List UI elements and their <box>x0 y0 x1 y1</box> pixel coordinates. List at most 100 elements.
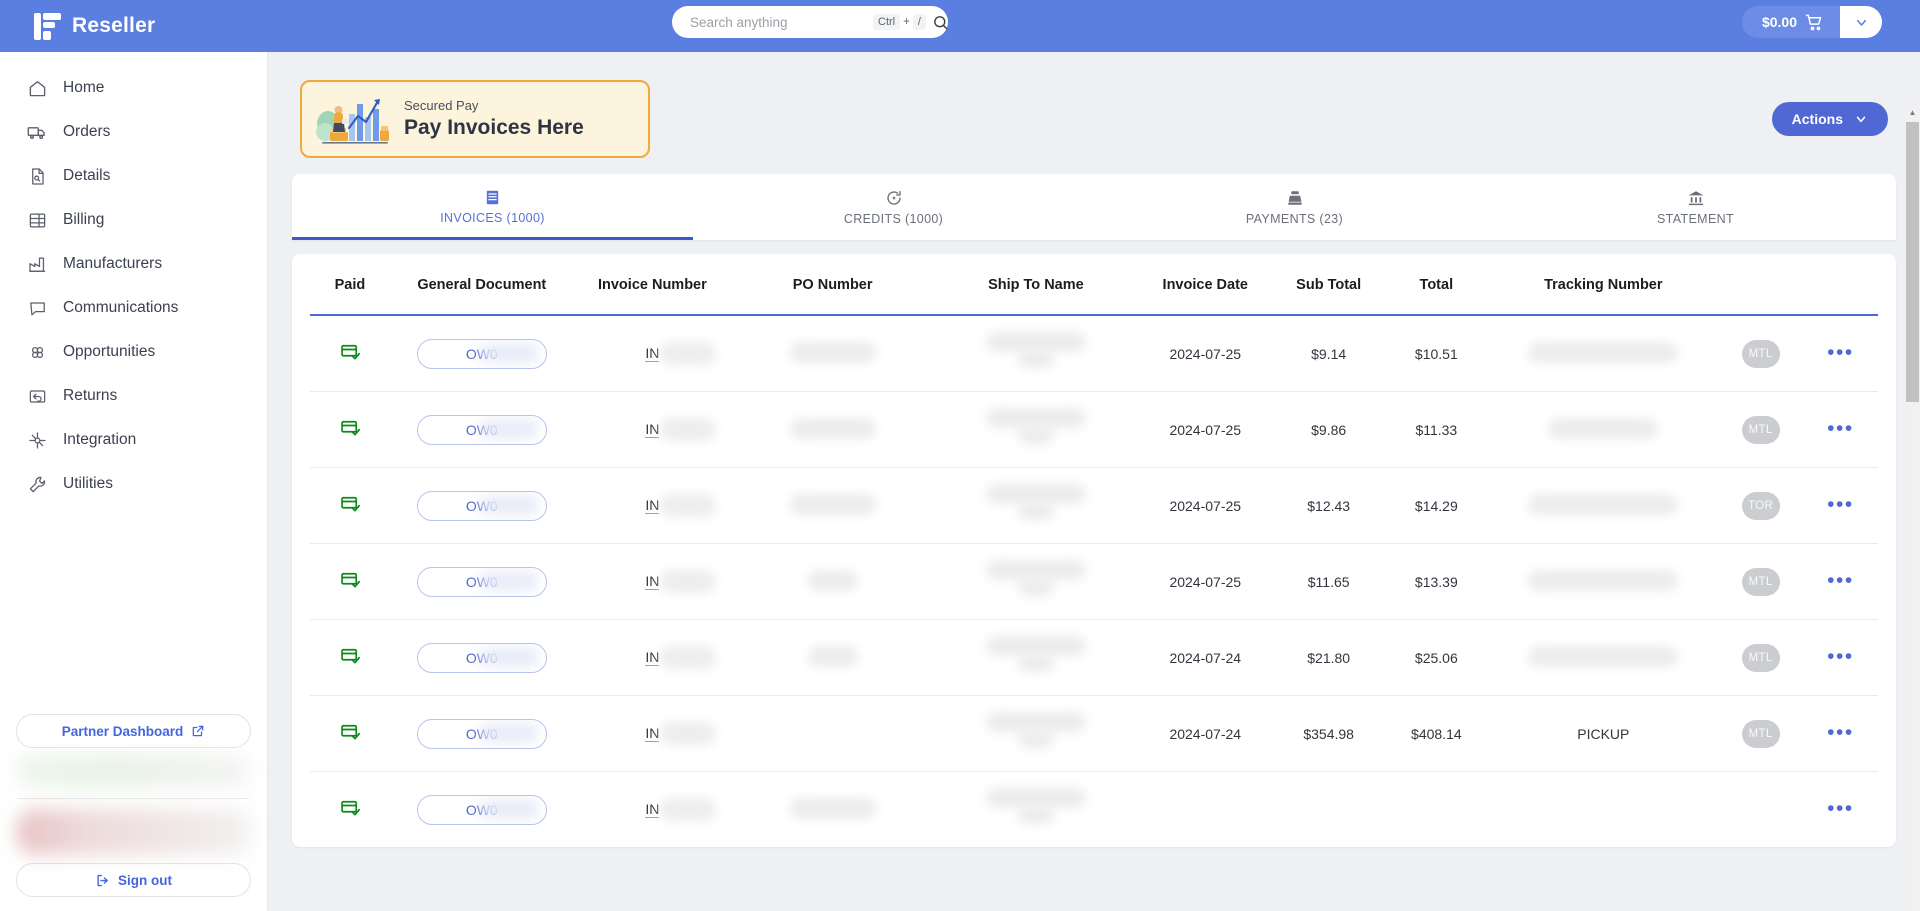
cell-invoice-date: 2024-07-24 <box>1137 619 1274 697</box>
sidebar-item-label: Orders <box>63 123 111 140</box>
more-options-icon[interactable]: ••• <box>1827 721 1854 744</box>
card-paid-icon <box>340 497 360 517</box>
general-document-button[interactable]: OW0 <box>416 338 547 369</box>
table-row[interactable]: OW0 IN 2024-07-25$11.65$13.39 MTL ••• <box>310 543 1878 621</box>
search-icon[interactable] <box>932 11 949 33</box>
tab-payments[interactable]: PAYMENTS (23) <box>1094 174 1495 240</box>
invoice-number-link[interactable]: IN <box>645 722 717 746</box>
partner-dashboard-label: Partner Dashboard <box>61 723 184 739</box>
factory-icon <box>27 254 47 274</box>
cell-paid <box>310 695 390 773</box>
more-options-icon[interactable]: ••• <box>1827 797 1854 820</box>
redacted-po-number <box>807 569 858 591</box>
column-header-paid[interactable]: Paid <box>310 254 390 317</box>
tab-invoices[interactable]: INVOICES (1000) <box>292 174 693 240</box>
column-header-invoice-date[interactable]: Invoice Date <box>1137 254 1274 317</box>
invoice-number-link[interactable]: IN <box>645 646 717 670</box>
cell-ship-to-name <box>934 391 1138 469</box>
search-input[interactable] <box>690 14 867 30</box>
general-document-button[interactable]: OW0 <box>416 718 547 749</box>
redacted-user-profile <box>16 809 251 855</box>
credit-refresh-icon <box>885 189 903 207</box>
more-options-icon[interactable]: ••• <box>1827 417 1854 440</box>
table-row[interactable]: OW0 IN 2024-07-25$9.14$10.51 MTL ••• <box>310 315 1878 393</box>
general-document-button[interactable]: OW0 <box>416 642 547 673</box>
general-document-button[interactable]: OW0 <box>416 414 547 445</box>
more-options-icon[interactable]: ••• <box>1827 569 1854 592</box>
cell-invoice-date: 2024-07-25 <box>1137 543 1274 621</box>
warehouse-badge: MTL <box>1741 643 1780 672</box>
column-header-ship-to-name[interactable]: Ship To Name <box>934 254 1138 317</box>
cell-general-document: OW0 <box>389 543 574 621</box>
general-document-button[interactable]: OW0 <box>416 566 547 597</box>
search-shortcut: Ctrl + / <box>873 14 926 30</box>
column-header-po-number[interactable]: PO Number <box>731 254 935 317</box>
table-row[interactable]: OW0 IN 2024-07-24$21.80$25.06 MTL ••• <box>310 619 1878 697</box>
sidebar-item-orders[interactable]: Orders <box>0 110 267 154</box>
table-row[interactable]: OW0 IN ••• <box>310 772 1878 848</box>
sidebar-item-opportunities[interactable]: Opportunities <box>0 330 267 374</box>
redacted-ship-to-name <box>985 788 1086 828</box>
redacted-tracking-number <box>1528 341 1679 363</box>
invoice-number-value: IN <box>645 649 660 667</box>
sidebar-item-communications[interactable]: Communications <box>0 286 267 330</box>
search-container: Ctrl + / <box>672 6 948 38</box>
page-scrollbar[interactable]: ▲ <box>1905 104 1920 911</box>
tab-label: STATEMENT <box>1657 211 1734 226</box>
invoice-number-link[interactable]: IN <box>645 494 717 518</box>
table-row[interactable]: OW0 IN 2024-07-25$12.43$14.29 TOR ••• <box>310 467 1878 545</box>
invoice-number-link[interactable]: IN <box>645 570 717 594</box>
column-header-general-document[interactable]: General Document <box>389 254 574 317</box>
cell-tracking-number: PICKUP <box>1488 695 1719 773</box>
cell-total: $14.29 <box>1384 467 1489 545</box>
redacted-po-number <box>789 417 876 439</box>
pay-invoices-banner[interactable]: Secured Pay Pay Invoices Here <box>300 80 650 158</box>
cell-actions: ••• <box>1802 391 1878 469</box>
warehouse-badge: TOR <box>1741 491 1780 520</box>
invoice-number-link[interactable]: IN <box>645 418 717 442</box>
search-box[interactable]: Ctrl + / <box>672 6 948 38</box>
table-row[interactable]: OW0 IN 2024-07-24$354.98$408.14 PICKUP MTL ••… <box>310 695 1878 773</box>
column-header-sub-total[interactable]: Sub Total <box>1273 254 1385 317</box>
cell-invoice-number: IN <box>573 315 732 393</box>
redacted-tracking-number <box>1528 493 1679 515</box>
partner-dashboard-button[interactable]: Partner Dashboard <box>16 714 251 748</box>
sign-out-button[interactable]: Sign out <box>16 863 251 897</box>
table-row[interactable]: OW0 IN 2024-07-25$9.86$11.33 MTL ••• <box>310 391 1878 469</box>
invoice-number-link[interactable]: IN <box>645 798 717 822</box>
sidebar-item-home[interactable]: Home <box>0 66 267 110</box>
more-options-icon[interactable]: ••• <box>1827 341 1854 364</box>
column-header-total[interactable]: Total <box>1384 254 1489 317</box>
sidebar-item-utilities[interactable]: Utilities <box>0 462 267 506</box>
brand[interactable]: Reseller <box>0 12 268 40</box>
sidebar-item-returns[interactable]: Returns <box>0 374 267 418</box>
actions-button[interactable]: Actions <box>1771 102 1888 136</box>
column-header-tracking-number[interactable]: Tracking Number <box>1488 254 1719 317</box>
tab-bar: INVOICES (1000) CREDITS (1000) PAYMENTS … <box>292 174 1896 240</box>
sidebar-item-billing[interactable]: Billing <box>0 198 267 242</box>
invoices-table: Paid General Document Invoice Number PO … <box>310 254 1878 847</box>
sidebar-footer: Partner Dashboard Sign out <box>0 714 267 911</box>
warehouse-badge: MTL <box>1741 719 1780 748</box>
sidebar-item-details[interactable]: Details <box>0 154 267 198</box>
tab-statement[interactable]: STATEMENT <box>1495 174 1896 240</box>
more-options-icon[interactable]: ••• <box>1827 645 1854 668</box>
general-document-button[interactable]: OW0 <box>416 490 547 521</box>
scrollbar-thumb[interactable] <box>1906 122 1919 402</box>
cell-warehouse: MTL <box>1718 391 1803 469</box>
cart-button[interactable]: $0.00 <box>1741 6 1840 38</box>
more-options-icon[interactable]: ••• <box>1827 493 1854 516</box>
invoice-number-link[interactable]: IN <box>645 342 717 366</box>
account-dropdown-button[interactable] <box>1840 6 1882 38</box>
scroll-up-arrow-icon[interactable]: ▲ <box>1905 104 1920 120</box>
cell-invoice-number: IN <box>573 391 732 469</box>
sidebar-item-manufacturers[interactable]: Manufacturers <box>0 242 267 286</box>
cell-tracking-number <box>1488 543 1719 621</box>
sidebar-item-integration[interactable]: Integration <box>0 418 267 462</box>
cell-actions: ••• <box>1802 619 1878 697</box>
general-document-button[interactable]: OW0 <box>416 794 547 825</box>
tab-credits[interactable]: CREDITS (1000) <box>693 174 1094 240</box>
sign-out-icon <box>97 874 108 886</box>
redacted-text <box>479 495 539 514</box>
column-header-invoice-number[interactable]: Invoice Number <box>573 254 732 317</box>
